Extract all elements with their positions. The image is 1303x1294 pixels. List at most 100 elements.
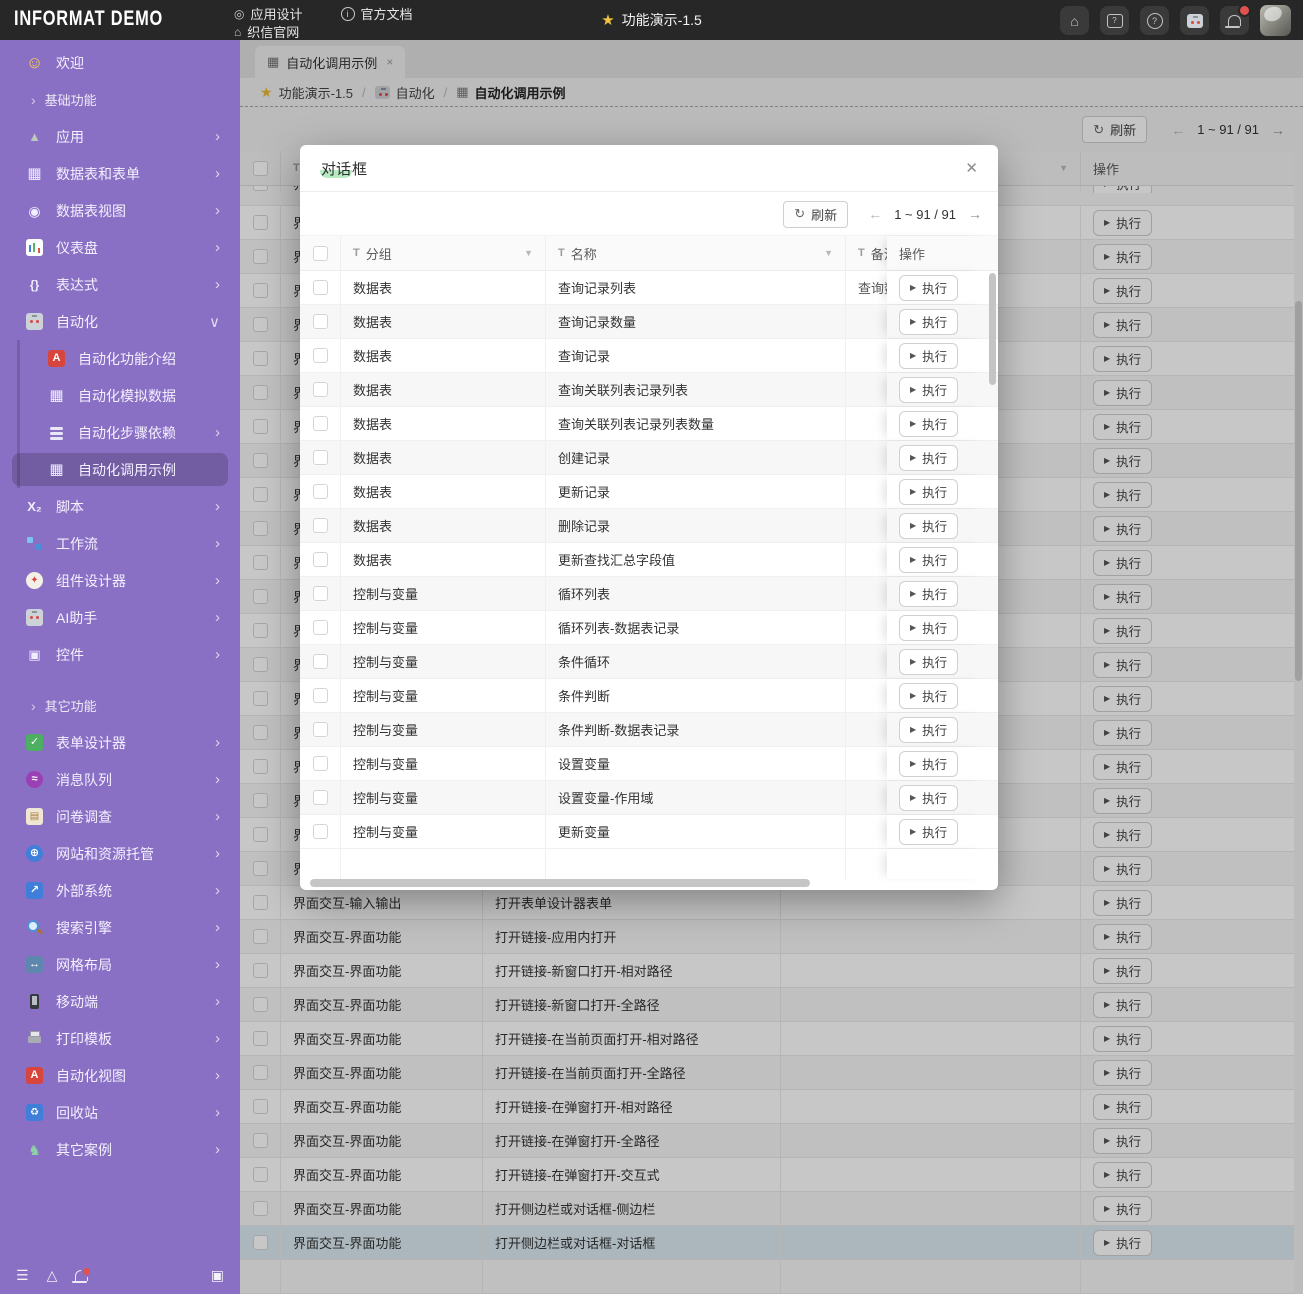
sidebar-item[interactable]: ◉ 数据表视图 › (0, 192, 240, 229)
sidebar-item[interactable]: ♻ 回收站 › (0, 1094, 240, 1131)
select-all-checkbox[interactable] (312, 245, 328, 261)
row-checkbox[interactable] (312, 824, 328, 839)
close-icon[interactable]: ✕ (965, 159, 978, 177)
execute-button[interactable]: ▶ 执行 (899, 784, 959, 811)
execute-button[interactable]: ▶ 执行 (899, 648, 959, 675)
collapse-panel-icon[interactable]: ▣ (211, 1267, 224, 1284)
scrollbar-thumb[interactable] (989, 273, 996, 385)
row-checkbox[interactable] (312, 518, 328, 533)
execute-button[interactable]: ▶ 执行 (899, 818, 959, 845)
sidebar-item[interactable]: A 自动化功能介绍 (0, 340, 240, 377)
sidebar-item[interactable]: ♞ 其它案例 › (0, 1131, 240, 1168)
table-row[interactable]: 控制与变量 条件循环 ▶ 执行 (300, 645, 998, 679)
row-checkbox[interactable] (312, 654, 328, 669)
execute-button[interactable]: ▶ 执行 (899, 614, 959, 641)
execute-button[interactable]: ▶ 执行 (899, 682, 959, 709)
nav-official-site[interactable]: ⌂ 织信官网 (234, 22, 299, 41)
row-checkbox[interactable] (312, 382, 328, 397)
execute-button[interactable]: ▶ 执行 (899, 274, 959, 301)
sidebar-item[interactable]: X₂ 脚本 › (0, 488, 240, 525)
sidebar-item[interactable]: 工作流 › (0, 525, 240, 562)
sidebar-item[interactable]: ☺ 欢迎 (0, 44, 240, 81)
row-checkbox[interactable] (312, 722, 328, 737)
execute-button[interactable]: ▶ 执行 (899, 716, 959, 743)
vertical-scrollbar[interactable] (989, 237, 996, 876)
sidebar-item[interactable]: ▦ 自动化模拟数据 (0, 377, 240, 414)
execute-button[interactable]: ▶ 执行 (899, 444, 959, 471)
execute-button[interactable]: ▶ 执行 (899, 342, 959, 369)
row-checkbox[interactable] (312, 620, 328, 635)
sidebar-item[interactable]: ↔ 网格布局 › (0, 946, 240, 983)
help-button[interactable]: ? (1140, 6, 1169, 35)
table-row[interactable]: 数据表 查询关联列表记录列表数量 ▶ 执行 (300, 407, 998, 441)
table-row[interactable]: 控制与变量 循环列表-数据表记录 ▶ 执行 (300, 611, 998, 645)
row-checkbox[interactable] (312, 416, 328, 431)
table-row[interactable]: 数据表 创建记录 ▶ 执行 (300, 441, 998, 475)
execute-button[interactable]: ▶ 执行 (899, 512, 959, 539)
refresh-button[interactable]: ↻ 刷新 (783, 200, 849, 228)
sidebar-item[interactable]: 打印模板 › (0, 1020, 240, 1057)
assistant-button[interactable] (1180, 6, 1209, 35)
sidebar-item[interactable]: 搜索引擎 › (0, 909, 240, 946)
home-button[interactable]: ⌂ (1060, 6, 1089, 35)
column-dropdown-icon[interactable]: ▼ (524, 248, 533, 258)
execute-button[interactable]: ▶ 执行 (899, 478, 959, 505)
table-row[interactable]: 数据表 查询记录数量 ▶ 执行 (300, 305, 998, 339)
scrollbar-thumb[interactable] (310, 879, 810, 887)
sidebar-item[interactable]: › 其它功能 (0, 687, 240, 724)
row-checkbox[interactable] (312, 450, 328, 465)
sidebar-item[interactable]: ▦ 数据表和表单 › (0, 155, 240, 192)
sidebar-item[interactable]: ⊕ 网站和资源托管 › (0, 835, 240, 872)
nav-official-docs[interactable]: i 官方文档 (340, 4, 413, 23)
table-row[interactable]: 数据表 查询记录列表 查询数据 ▶ 执行 (300, 271, 998, 305)
execute-button[interactable]: ▶ 执行 (899, 580, 959, 607)
table-row[interactable]: 控制与变量 条件判断 ▶ 执行 (300, 679, 998, 713)
row-checkbox[interactable] (312, 552, 328, 567)
execute-button[interactable]: ▶ 执行 (899, 308, 959, 335)
row-checkbox[interactable] (312, 314, 328, 329)
horizontal-scrollbar[interactable] (300, 879, 987, 887)
execute-button[interactable]: ▶ 执行 (899, 546, 959, 573)
execute-button[interactable]: ▶ 执行 (899, 376, 959, 403)
sidebar-item[interactable]: ▦ 自动化调用示例 (0, 451, 240, 488)
notifications-button[interactable] (1220, 4, 1251, 35)
row-checkbox[interactable] (312, 756, 328, 771)
row-checkbox[interactable] (312, 586, 328, 601)
table-row[interactable]: 控制与变量 条件判断-数据表记录 ▶ 执行 (300, 713, 998, 747)
execute-button[interactable]: ▶ 执行 (899, 750, 959, 777)
table-row[interactable]: 数据表 更新记录 ▶ 执行 (300, 475, 998, 509)
table-row[interactable]: 数据表 查询关联列表记录列表 ▶ 执行 (300, 373, 998, 407)
sidebar-item[interactable]: ▣ 控件 › (0, 636, 240, 673)
sidebar-item[interactable]: A 自动化视图 › (0, 1057, 240, 1094)
sidebar-item[interactable]: ≈ 消息队列 › (0, 761, 240, 798)
sidebar-item[interactable]: 仪表盘 › (0, 229, 240, 266)
sidebar-item[interactable]: AI助手 › (0, 599, 240, 636)
table-row[interactable]: 控制与变量 设置变量 ▶ 执行 (300, 747, 998, 781)
sidebar-item[interactable]: ↗ 外部系统 › (0, 872, 240, 909)
prev-page-icon[interactable]: ← (868, 206, 882, 222)
row-checkbox[interactable] (312, 348, 328, 363)
row-checkbox[interactable] (312, 790, 328, 805)
table-row[interactable]: 数据表 更新查找汇总字段值 ▶ 执行 (300, 543, 998, 577)
table-row[interactable]: 数据表 删除记录 ▶ 执行 (300, 509, 998, 543)
menu-icon[interactable]: ☰ (16, 1267, 29, 1284)
row-checkbox[interactable] (312, 688, 328, 703)
sidebar-item[interactable]: {} 表达式 › (0, 266, 240, 303)
nav-app-design[interactable]: ◎ 应用设计 (234, 4, 303, 23)
sidebar-item[interactable]: ▤ 问卷调查 › (0, 798, 240, 835)
triangle-icon[interactable]: △ (47, 1267, 58, 1284)
sidebar-notifications[interactable] (72, 1265, 93, 1283)
table-row[interactable]: 控制与变量 更新变量 ▶ 执行 (300, 815, 998, 849)
row-checkbox[interactable] (312, 484, 328, 499)
execute-button[interactable]: ▶ 执行 (899, 410, 959, 437)
sidebar-item[interactable]: ▲ 应用 › (0, 118, 240, 155)
row-checkbox[interactable] (312, 280, 328, 295)
sidebar-item[interactable]: ✦ 组件设计器 › (0, 562, 240, 599)
sidebar-item[interactable]: 自动化 ∨ (0, 303, 240, 340)
sidebar-item[interactable]: 自动化步骤依赖 › (0, 414, 240, 451)
table-row[interactable]: 数据表 查询记录 ▶ 执行 (300, 339, 998, 373)
sidebar-item[interactable]: ✓ 表单设计器 › (0, 724, 240, 761)
table-row[interactable]: ▶ 执行 (300, 849, 998, 879)
table-row[interactable]: 控制与变量 设置变量-作用域 ▶ 执行 (300, 781, 998, 815)
next-page-icon[interactable]: → (968, 206, 982, 222)
